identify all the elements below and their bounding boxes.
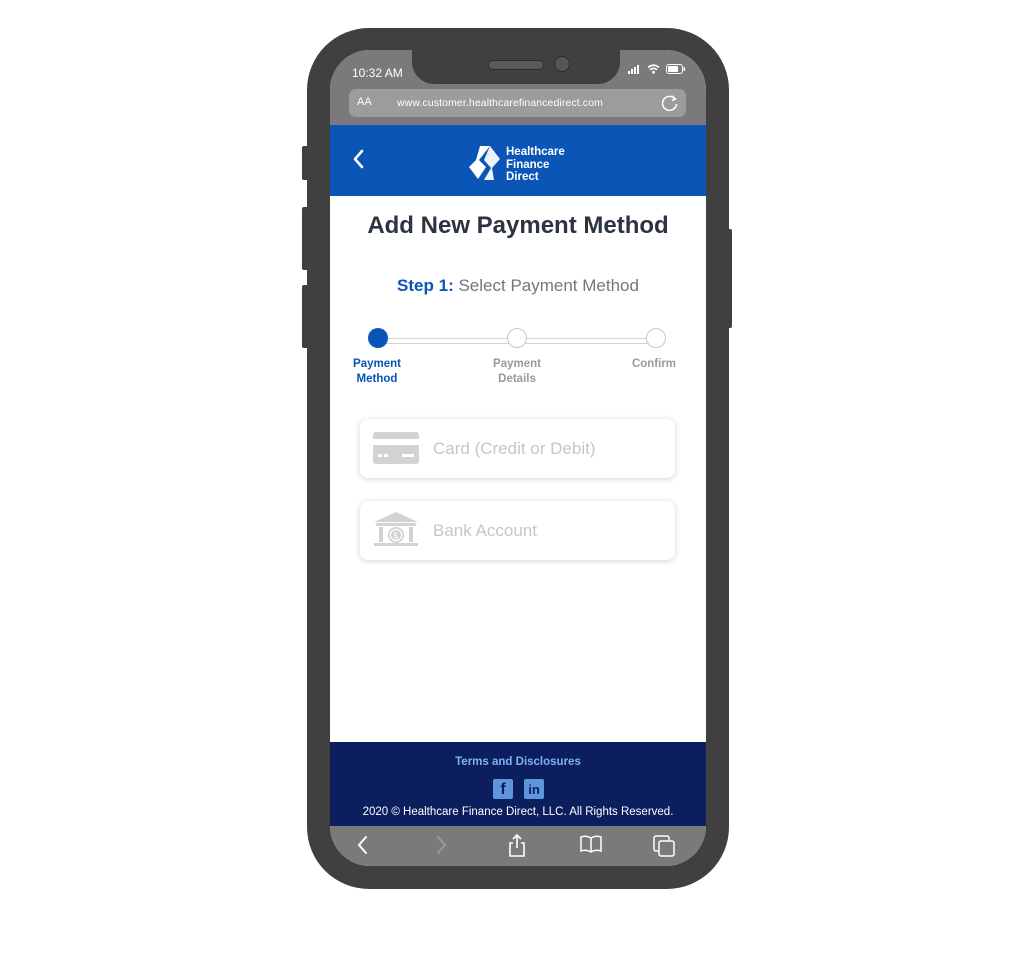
- svg-text:$: $: [393, 532, 399, 542]
- linkedin-icon[interactable]: in: [524, 779, 544, 799]
- page-title: Add New Payment Method: [367, 212, 669, 239]
- status-icons: [628, 64, 686, 74]
- share-icon[interactable]: [508, 834, 526, 858]
- bank-icon: $: [374, 512, 418, 546]
- battery-icon: [666, 64, 686, 74]
- step-label-line: Payment: [353, 358, 401, 370]
- browser-chrome-top: 10:32 AM AA www.customer.healthcarefinan…: [330, 50, 706, 125]
- bank-option-label: Bank Account: [433, 521, 537, 540]
- phone-power-button: [726, 229, 732, 328]
- step-label-payment-method: Payment Method: [337, 357, 417, 387]
- healthcare-finance-direct-logo: [469, 146, 500, 180]
- phone-volume-down: [302, 285, 310, 348]
- browser-forward-icon[interactable]: [434, 834, 448, 856]
- page-footer: Terms and Disclosures f in 2020 © Health…: [330, 742, 706, 826]
- tabs-icon[interactable]: [652, 834, 676, 858]
- logo-line-3: Direct: [506, 171, 539, 183]
- step-label-confirm: Confirm: [614, 357, 694, 372]
- notch: [412, 50, 620, 84]
- app-header: Healthcare Finance Direct: [330, 125, 706, 196]
- step-progress-bar: [368, 328, 668, 350]
- step-dot-payment-details: [507, 328, 527, 348]
- credit-card-icon: [373, 432, 419, 464]
- phone-screen: 10:32 AM AA www.customer.healthcarefinan…: [330, 50, 706, 866]
- speaker-grille: [488, 60, 544, 70]
- step-label-payment-details: Payment Details: [477, 357, 557, 387]
- cellular-signal-icon: [628, 64, 639, 74]
- phone-volume-up: [302, 207, 310, 270]
- step-heading: Step 1: Select Payment Method: [330, 276, 706, 296]
- card-payment-option[interactable]: Card (Credit or Debit): [360, 419, 675, 478]
- front-camera: [554, 56, 570, 72]
- browser-back-icon[interactable]: [356, 834, 370, 856]
- back-arrow-icon[interactable]: [352, 149, 364, 169]
- card-option-label: Card (Credit or Debit): [433, 439, 596, 458]
- status-time: 10:32 AM: [352, 66, 403, 80]
- text-size-button[interactable]: AA: [357, 96, 372, 108]
- wifi-icon: [647, 64, 660, 74]
- logo-line-1: Healthcare: [506, 146, 565, 158]
- facebook-icon[interactable]: f: [493, 779, 513, 799]
- step-label-line: Confirm: [631, 358, 677, 370]
- step-dot-payment-method: [368, 328, 388, 348]
- browser-toolbar: [330, 826, 706, 866]
- reload-icon[interactable]: [660, 93, 680, 113]
- step-prefix: Step 1:: [397, 276, 454, 295]
- copyright-text: 2020 © Healthcare Finance Direct, LLC. A…: [362, 806, 674, 818]
- step-label-line: Method: [356, 373, 398, 385]
- step-label-line: Payment: [493, 358, 541, 370]
- bank-account-payment-option[interactable]: $ Bank Account: [360, 501, 675, 560]
- step-label-line: Details: [498, 373, 536, 385]
- terms-and-disclosures-link[interactable]: Terms and Disclosures: [330, 756, 706, 768]
- logo-wordmark: Healthcare Finance Direct: [506, 146, 565, 184]
- phone-mute-switch: [302, 146, 310, 180]
- logo-line-2: Finance: [506, 158, 550, 171]
- url-text[interactable]: www.customer.healthcarefinancedirect.com: [397, 97, 603, 109]
- url-bar[interactable]: AA www.customer.healthcarefinancedirect.…: [349, 89, 686, 117]
- step-dot-confirm: [646, 328, 666, 348]
- step-text: Select Payment Method: [458, 276, 639, 295]
- bookmarks-icon[interactable]: [580, 834, 602, 854]
